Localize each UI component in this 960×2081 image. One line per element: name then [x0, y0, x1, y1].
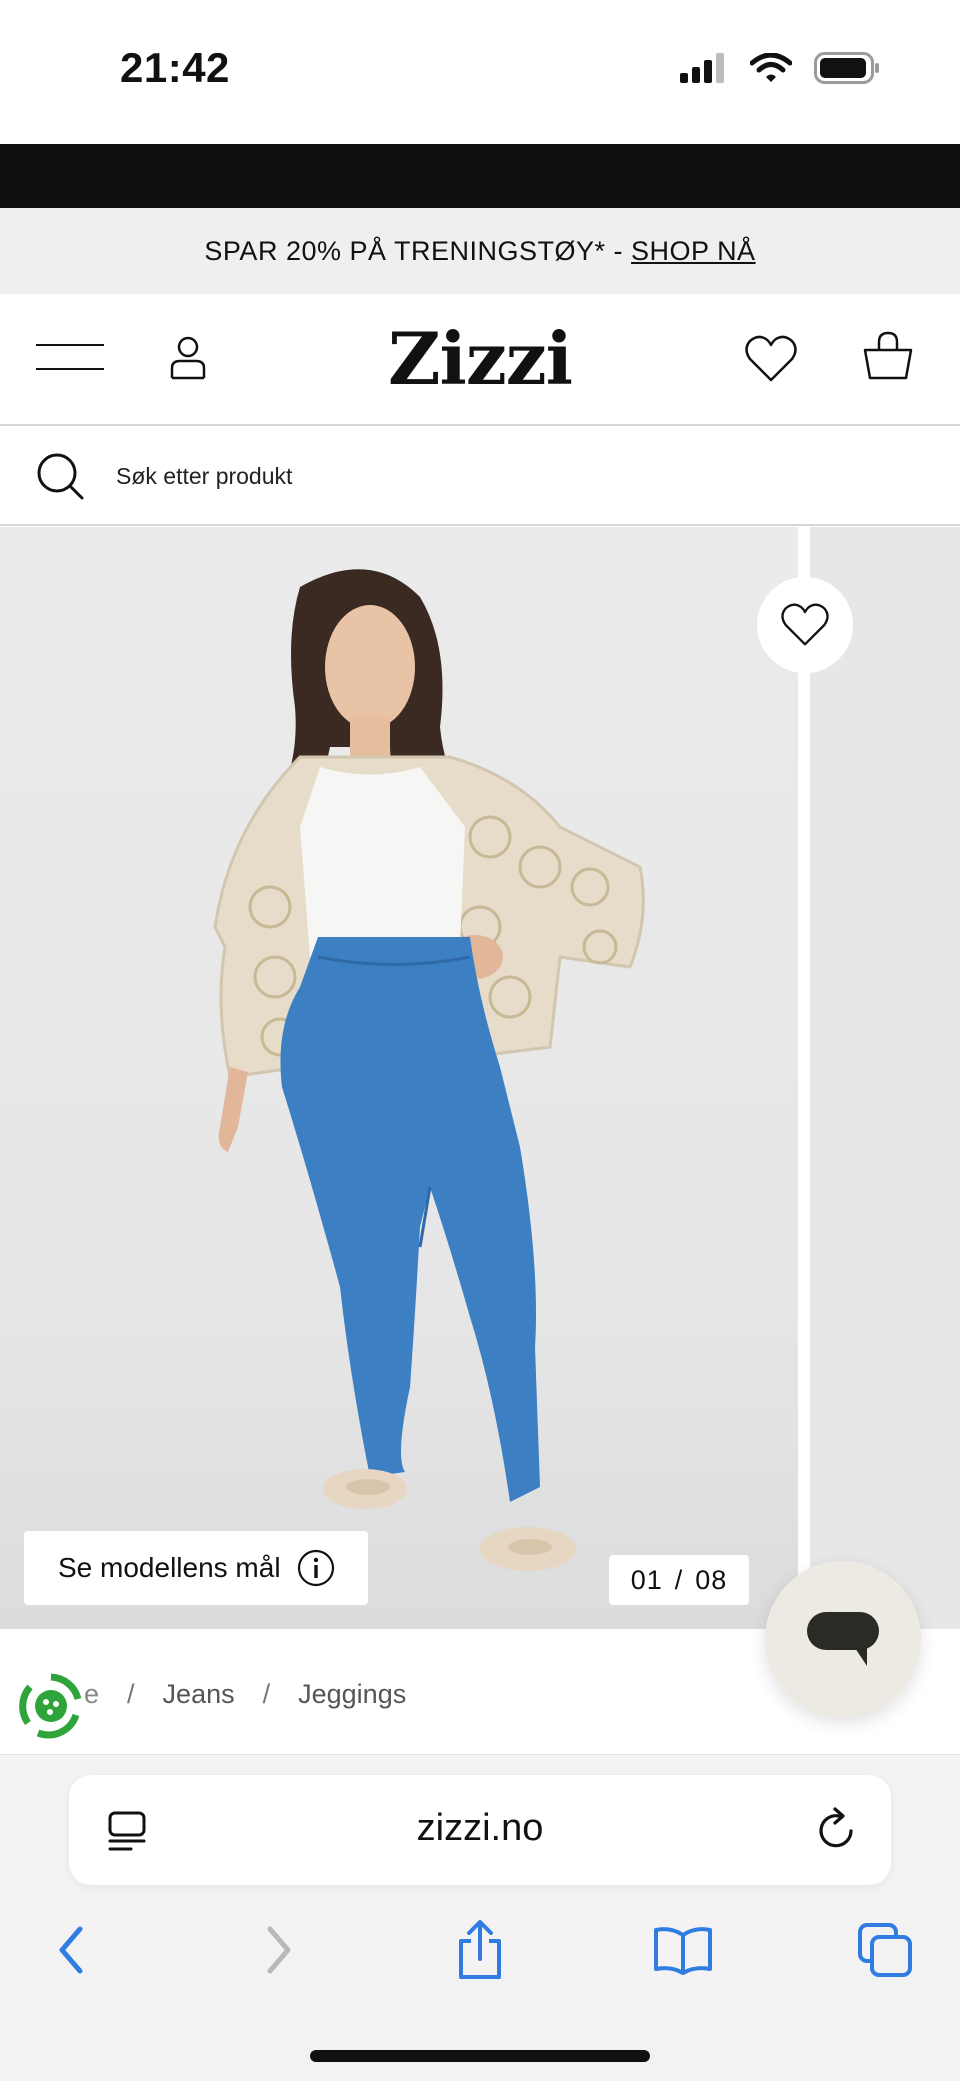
share-button[interactable] — [445, 1915, 515, 1985]
search-input[interactable] — [116, 454, 816, 498]
promo-bar: SPAR 20% PÅ TRENINGSTØY* - SHOP NÅ — [0, 208, 960, 294]
back-icon — [59, 1926, 83, 1974]
tabs-overview-icon — [858, 1923, 912, 1977]
info-icon — [297, 1549, 334, 1587]
gallery-divider — [798, 527, 810, 1629]
signal-icon — [680, 53, 724, 83]
tabs-overview-button[interactable] — [850, 1915, 920, 1985]
status-icons — [680, 52, 880, 84]
forward-button[interactable] — [244, 1915, 314, 1985]
breadcrumb-item-jeggings[interactable]: Jeggings — [298, 1679, 406, 1710]
status-time: 21:42 — [120, 44, 230, 91]
model-measurements-button[interactable]: Se modellens mål — [24, 1531, 368, 1605]
image-counter: 01 / 08 — [609, 1555, 749, 1605]
forward-icon — [267, 1926, 291, 1974]
promo-text: SPAR 20% PÅ TRENINGSTØY* - — [204, 235, 624, 266]
heart-icon[interactable] — [744, 334, 798, 384]
favorite-button[interactable] — [757, 577, 853, 673]
search-icon[interactable] — [36, 452, 86, 502]
product-image-gallery[interactable]: Se modellens mål 01 / 08 — [0, 527, 960, 1629]
share-icon — [459, 1920, 501, 1979]
model-measurements-label: Se modellens mål — [58, 1552, 281, 1583]
browser-chrome: zizzi.no — [0, 1755, 960, 2081]
product-model-photo — [213, 569, 645, 1571]
heart-icon — [781, 603, 829, 646]
counter-total: 08 — [695, 1564, 728, 1595]
breadcrumb: e / Jeans / Jeggings — [84, 1679, 406, 1710]
announcement-black-bar — [0, 144, 960, 208]
site-header: Zizzi — [0, 294, 960, 426]
counter-current: 01 — [630, 1564, 663, 1595]
browser-toolbar — [0, 1915, 960, 1995]
bookmarks-icon — [654, 1927, 712, 1975]
promo-shop-link[interactable]: SHOP NÅ — [631, 236, 756, 267]
home-indicator — [310, 2050, 650, 2062]
breadcrumb-item-partial[interactable]: e — [84, 1679, 99, 1710]
bookmarks-button[interactable] — [648, 1915, 718, 1985]
product-image[interactable] — [0, 527, 798, 1629]
battery-icon — [814, 52, 879, 84]
url-text[interactable]: zizzi.no — [69, 1807, 891, 1850]
chat-button[interactable] — [765, 1561, 921, 1717]
site-logo[interactable]: Zizzi — [0, 316, 960, 401]
back-button[interactable] — [36, 1915, 106, 1985]
eco-badge-icon[interactable] — [16, 1671, 86, 1741]
address-bar[interactable]: zizzi.no — [69, 1775, 891, 1885]
counter-separator: / — [674, 1564, 684, 1595]
next-product-image-peek[interactable] — [810, 527, 960, 1629]
search-row — [0, 426, 960, 526]
bag-icon[interactable] — [862, 330, 914, 382]
reload-icon[interactable] — [815, 1807, 859, 1853]
breadcrumb-separator: / — [262, 1679, 271, 1709]
breadcrumb-separator: / — [127, 1679, 135, 1709]
status-bar: 21:42 — [0, 0, 960, 144]
chat-icon — [807, 1612, 879, 1666]
wifi-icon — [750, 53, 792, 82]
breadcrumb-item-jeans[interactable]: Jeans — [163, 1679, 235, 1710]
